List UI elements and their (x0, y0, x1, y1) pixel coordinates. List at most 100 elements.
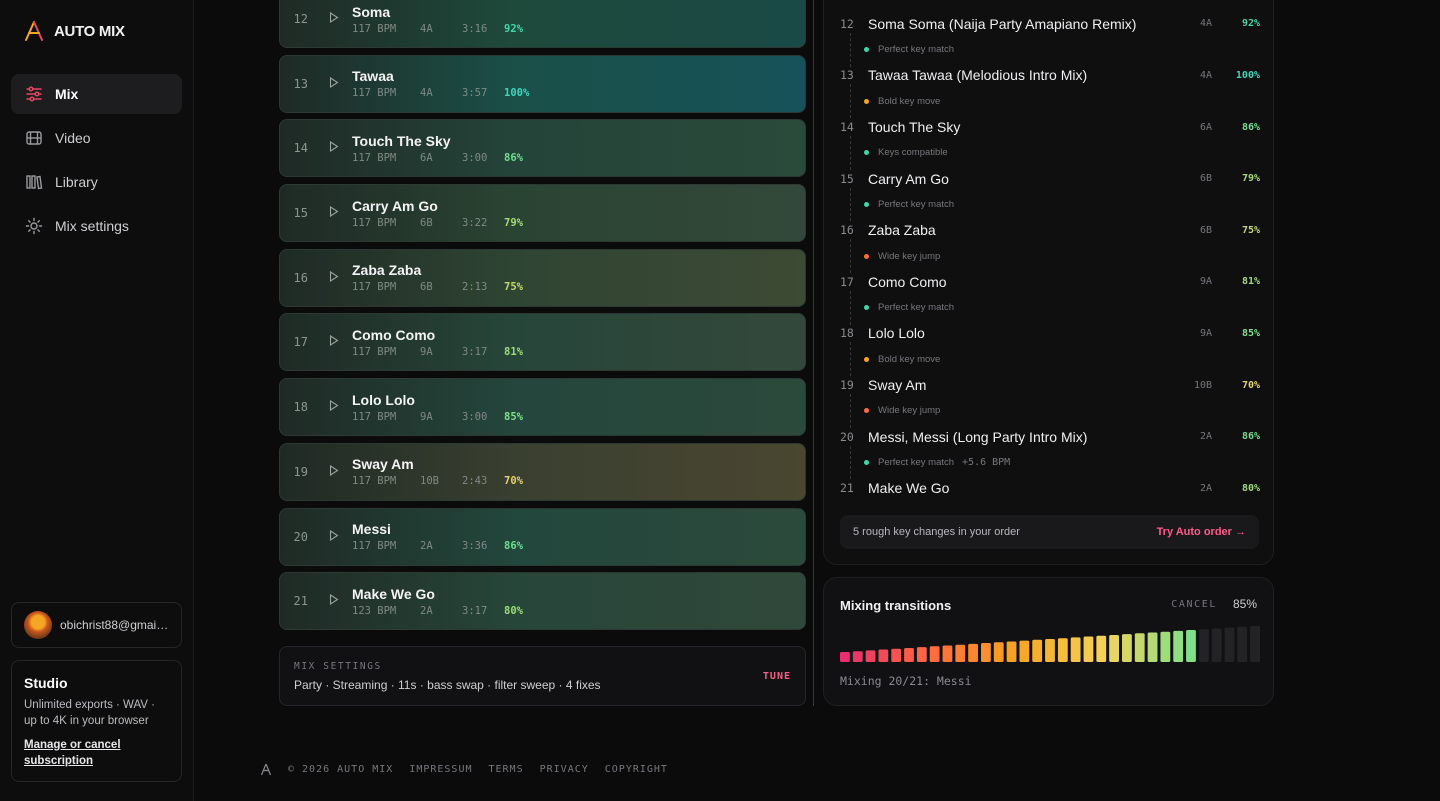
progress-bar (1070, 637, 1081, 662)
track-card[interactable]: 16 Zaba Zaba 117 BPM 6B 2:13 75% (279, 248, 806, 307)
order-rows: 12 Soma Soma (Naija Party Amapiano Remix… (840, 11, 1260, 501)
track-match: 86% (504, 151, 523, 164)
progress-bar (916, 647, 927, 662)
sidebar-item-label: Video (55, 130, 91, 146)
progress-bar (904, 647, 914, 662)
play-icon[interactable] (316, 594, 352, 608)
transitions-title: Mixing transitions (840, 598, 952, 613)
order-row[interactable]: 18 Lolo Lolo 9A 85% (840, 321, 1260, 347)
logo-icon (260, 763, 272, 776)
track-number: 18 (293, 400, 308, 415)
mix-settings-card[interactable]: MIX SETTINGS Party · Streaming · 11s · b… (279, 646, 806, 706)
order-row[interactable]: 13 Tawaa Tawaa (Melodious Intro Mix) 4A … (840, 63, 1260, 89)
progress-bar (1045, 639, 1055, 662)
footer-link-copyright[interactable]: COPYRIGHT (605, 764, 668, 775)
order-row[interactable]: 19 Sway Am 10B 70% (840, 372, 1260, 398)
track-card[interactable]: 21 Make We Go 123 BPM 2A 3:17 80% (279, 572, 806, 631)
order-row[interactable]: 17 Como Como 9A 81% (840, 269, 1260, 295)
play-icon[interactable] (316, 464, 352, 479)
play-icon[interactable] (316, 400, 352, 414)
track-card[interactable]: 20 Messi 117 BPM 2A 3:36 86% (279, 507, 806, 566)
track-bpm: 123 BPM (352, 604, 397, 617)
progress-bar (1096, 635, 1107, 662)
tune-button[interactable]: TUNE (763, 671, 791, 682)
track-card[interactable]: 12 Soma 117 BPM 4A 3:16 92% (279, 0, 806, 48)
progress-bar (840, 652, 850, 662)
track-key: 6B (420, 216, 433, 229)
order-number: 13 (840, 68, 854, 83)
play-icon[interactable] (316, 270, 352, 285)
track-card[interactable]: 13 Tawaa 117 BPM 4A 3:57 100% (279, 54, 806, 113)
order-panel: 12 Soma Soma (Naija Party Amapiano Remix… (823, 0, 1274, 565)
order-number: 17 (840, 274, 854, 289)
track-key: 4A (420, 22, 433, 35)
order-footer: 5 rough key changes in your order Try Au… (840, 515, 1259, 549)
order-row[interactable]: 20 Messi, Messi (Long Party Intro Mix) 2… (840, 424, 1260, 450)
order-match: 86% (1241, 121, 1260, 133)
track-number: 20 (293, 529, 308, 544)
footer-link-impressum[interactable]: IMPRESSUM (409, 764, 472, 775)
play-icon[interactable] (316, 76, 352, 91)
transition-dot (864, 356, 869, 362)
track-duration: 3:00 (462, 410, 488, 423)
progress-bar (1147, 632, 1158, 662)
play-icon[interactable] (316, 529, 352, 544)
track-info: Zaba Zaba 117 BPM 6B 2:13 75% (352, 262, 791, 293)
track-key: 9A (420, 345, 433, 358)
order-row[interactable]: 15 Carry Am Go 6B 79% (840, 166, 1260, 192)
track-meta: 117 BPM 9A 3:00 85% (352, 411, 791, 423)
sidebar-item-mix-settings[interactable]: Mix settings (11, 206, 182, 246)
mixing-transitions-panel: Mixing transitions CANCEL 85% Mixing 20/… (823, 577, 1274, 706)
track-meta: 123 BPM 2A 3:17 80% (352, 605, 791, 617)
transition-note: Perfect key match +5.6 BPM (840, 445, 1260, 480)
track-info: Touch The Sky 117 BPM 6A 3:00 86% (352, 133, 791, 164)
manage-subscription-link[interactable]: Manage or cancel subscription (24, 737, 169, 769)
footer-link-terms[interactable]: TERMS (489, 764, 524, 775)
track-bpm: 117 BPM (352, 540, 397, 552)
cancel-button[interactable]: CANCEL (1171, 599, 1217, 610)
order-match: 92% (1241, 18, 1260, 30)
progress-bar (1122, 634, 1132, 662)
track-card[interactable]: 15 Carry Am Go 117 BPM 6B 3:22 79% (279, 184, 806, 243)
track-info: Make We Go 123 BPM 2A 3:17 80% (352, 586, 791, 617)
brand[interactable]: AUTO MIX (24, 20, 125, 42)
sidebar-item-library[interactable]: Library (11, 162, 182, 202)
track-key: 6A (420, 151, 433, 164)
track-card[interactable]: 17 Como Como 117 BPM 9A 3:17 81% (279, 313, 806, 372)
progress-bar (955, 644, 966, 662)
progress-bar (1224, 627, 1235, 662)
transition-dot (864, 98, 869, 104)
track-key: 10B (420, 475, 439, 488)
order-title: Lolo Lolo (868, 325, 925, 342)
play-icon[interactable] (316, 11, 352, 26)
track-duration: 3:57 (462, 87, 488, 100)
play-icon[interactable] (316, 206, 352, 220)
progress-bar (1211, 628, 1222, 662)
track-card[interactable]: 19 Sway Am 117 BPM 10B 2:43 70% (279, 442, 806, 501)
sidebar-item-mix[interactable]: Mix (11, 74, 182, 114)
plan-card: Studio Unlimited exports · WAV · up to 4… (11, 660, 182, 782)
order-row[interactable]: 12 Soma Soma (Naija Party Amapiano Remix… (840, 11, 1260, 37)
order-number: 21 (840, 481, 854, 496)
track-card[interactable]: 18 Lolo Lolo 117 BPM 9A 3:00 85% (279, 378, 806, 437)
play-icon[interactable] (316, 335, 352, 349)
film-icon (25, 129, 43, 147)
account-button[interactable]: obichrist88@gmail.com (11, 602, 182, 648)
track-bpm: 117 BPM (352, 22, 397, 35)
transition-text: Keys compatible (878, 147, 948, 159)
sidebar-item-video[interactable]: Video (11, 118, 182, 158)
track-number: 13 (293, 76, 308, 91)
play-icon[interactable] (316, 141, 352, 155)
order-row[interactable]: 16 Zaba Zaba 6B 75% (840, 217, 1260, 243)
order-row[interactable]: 21 Make We Go 2A 80% (840, 475, 1260, 501)
track-card[interactable]: 14 Touch The Sky 117 BPM 6A 3:00 86% (279, 119, 806, 178)
footer-link-privacy[interactable]: PRIVACY (540, 764, 589, 775)
track-meta: 117 BPM 6B 3:22 79% (352, 217, 791, 229)
progress-bar (1019, 640, 1030, 662)
transition-text: Wide key jump (878, 405, 941, 417)
progress-bars (840, 626, 1260, 662)
try-auto-order-link[interactable]: Try Auto order → (1157, 526, 1246, 538)
transition-text: Bold key move (878, 353, 941, 365)
order-row[interactable]: 14 Touch The Sky 6A 86% (840, 114, 1260, 140)
track-duration: 3:00 (462, 151, 488, 164)
